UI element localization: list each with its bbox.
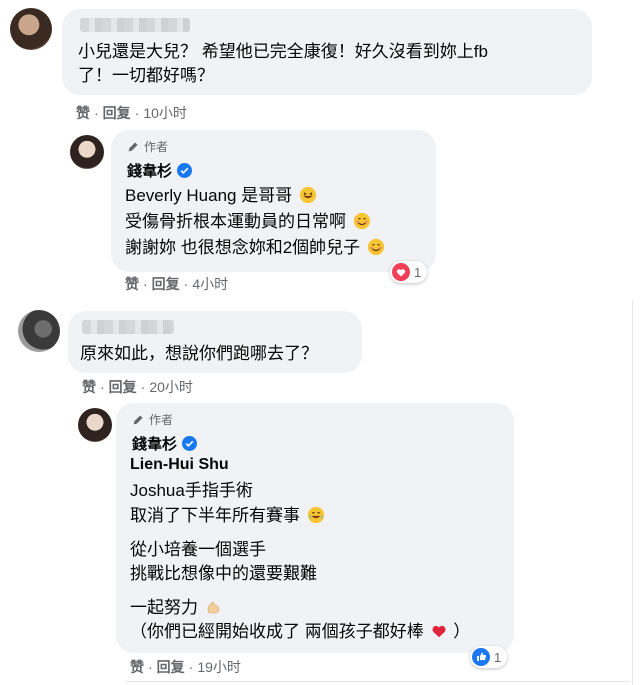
comment-actions: 赞 · 回复 · 20小时 (82, 377, 193, 397)
mention-link[interactable]: Lien-Hui Shu (130, 456, 229, 474)
blurred-commenter-name[interactable] (80, 18, 190, 32)
verified-badge-icon (177, 163, 193, 178)
pencil-icon (133, 415, 143, 425)
reaction-summary[interactable]: 1 (390, 261, 428, 283)
reply-text-line: 謝謝妳 也很想念妳和2個帥兒子 (125, 236, 385, 260)
reply-actions: 赞 · 回复 · 19小时 (130, 657, 241, 677)
reply-text: Beverly Huang 是哥哥 (125, 186, 293, 205)
reply-button[interactable]: 回复 (103, 103, 131, 123)
reply-text-line: 受傷骨折根本運動員的日常啊 (125, 210, 371, 234)
separator: · (134, 105, 140, 121)
author-name-text[interactable]: 錢韋杉 (127, 160, 172, 181)
commenter-avatar[interactable] (18, 310, 60, 352)
author-tag: 作者 (127, 138, 168, 155)
reply-text-line: 從小培養一個選手 (130, 540, 266, 559)
reply-text-line: 一起努力 (130, 596, 223, 620)
author-name[interactable]: 錢韋杉 (127, 160, 193, 181)
author-avatar[interactable] (70, 135, 104, 169)
flexed-biceps-emoji (207, 601, 219, 614)
comment-actions: 赞 · 回复 · 10小时 (76, 103, 187, 123)
commenter-avatar[interactable] (10, 8, 52, 50)
grinning-sweat-emoji (299, 186, 317, 204)
smiling-emoji (367, 238, 385, 256)
separator: · (148, 659, 153, 675)
reply-button[interactable]: 回复 (109, 377, 137, 397)
verified-badge-icon (182, 436, 198, 451)
like-button[interactable]: 赞 (130, 657, 144, 677)
separator: · (188, 659, 194, 675)
divider (126, 681, 630, 682)
smiling-emoji (353, 212, 370, 230)
reaction-count: 1 (414, 264, 422, 280)
author-name-text[interactable]: 錢韋杉 (132, 433, 177, 454)
reply-text: 謝謝妳 也很想念妳和2個帥兒子 (125, 238, 361, 257)
scrollbar-track[interactable] (632, 300, 640, 685)
comment-timestamp[interactable]: 20小时 (149, 377, 193, 397)
separator: · (183, 276, 189, 292)
reply-text: 受傷骨折根本運動員的日常啊 (125, 212, 346, 231)
comment-text-line: 了！一切都好嗎？ (78, 66, 214, 85)
love-reaction-icon (392, 263, 410, 281)
like-button[interactable]: 赞 (82, 377, 96, 397)
reply-text-line: 挑戰比想像中的還要艱難 (130, 564, 317, 583)
red-heart-emoji (432, 625, 447, 638)
reply-text-line: Beverly Huang 是哥哥 (125, 184, 317, 208)
author-tag-label: 作者 (144, 140, 169, 154)
comment-timestamp[interactable]: 10小时 (143, 103, 187, 123)
pencil-icon (128, 142, 138, 152)
reply-actions: 赞 · 回复 · 4小时 (125, 274, 228, 294)
separator: · (140, 379, 146, 395)
reply-text: 一起努力 (130, 598, 198, 617)
author-tag: 作者 (132, 411, 173, 428)
reply-text-line: Joshua手指手術 (130, 481, 253, 500)
reply-text-line: 取消了下半年所有賽事 (130, 504, 325, 528)
comment-text-line: 小兒還是大兒？ 希望他已完全康復！好久沒看到妳上fb (78, 42, 488, 61)
author-name[interactable]: 錢韋杉 (132, 433, 198, 454)
reply-text: （你們已經開始收成了 兩個孩子都好棒 (130, 622, 424, 641)
reply-button[interactable]: 回复 (152, 274, 180, 294)
reply-text-line: （你們已經開始收成了 兩個孩子都好棒 ） (130, 620, 470, 644)
reply-button[interactable]: 回复 (157, 657, 185, 677)
separator: · (100, 379, 105, 395)
blurred-commenter-name[interactable] (82, 320, 174, 334)
like-button[interactable]: 赞 (125, 274, 139, 294)
like-button[interactable]: 赞 (76, 103, 90, 123)
reply-text: 取消了下半年所有賽事 (130, 506, 300, 525)
tears-of-joy-emoji (307, 506, 324, 524)
comment-text-line: 原來如此，想說你們跑哪去了？ (80, 344, 318, 363)
like-reaction-icon (472, 648, 490, 666)
reply-timestamp[interactable]: 4小时 (192, 274, 228, 294)
reply-text: ） (453, 622, 471, 641)
author-tag-label: 作者 (149, 413, 174, 427)
reaction-count: 1 (494, 649, 502, 665)
separator: · (94, 105, 99, 121)
reply-timestamp[interactable]: 19小时 (197, 657, 241, 677)
reaction-summary[interactable]: 1 (470, 646, 508, 668)
separator: · (143, 276, 148, 292)
author-avatar[interactable] (78, 408, 112, 442)
